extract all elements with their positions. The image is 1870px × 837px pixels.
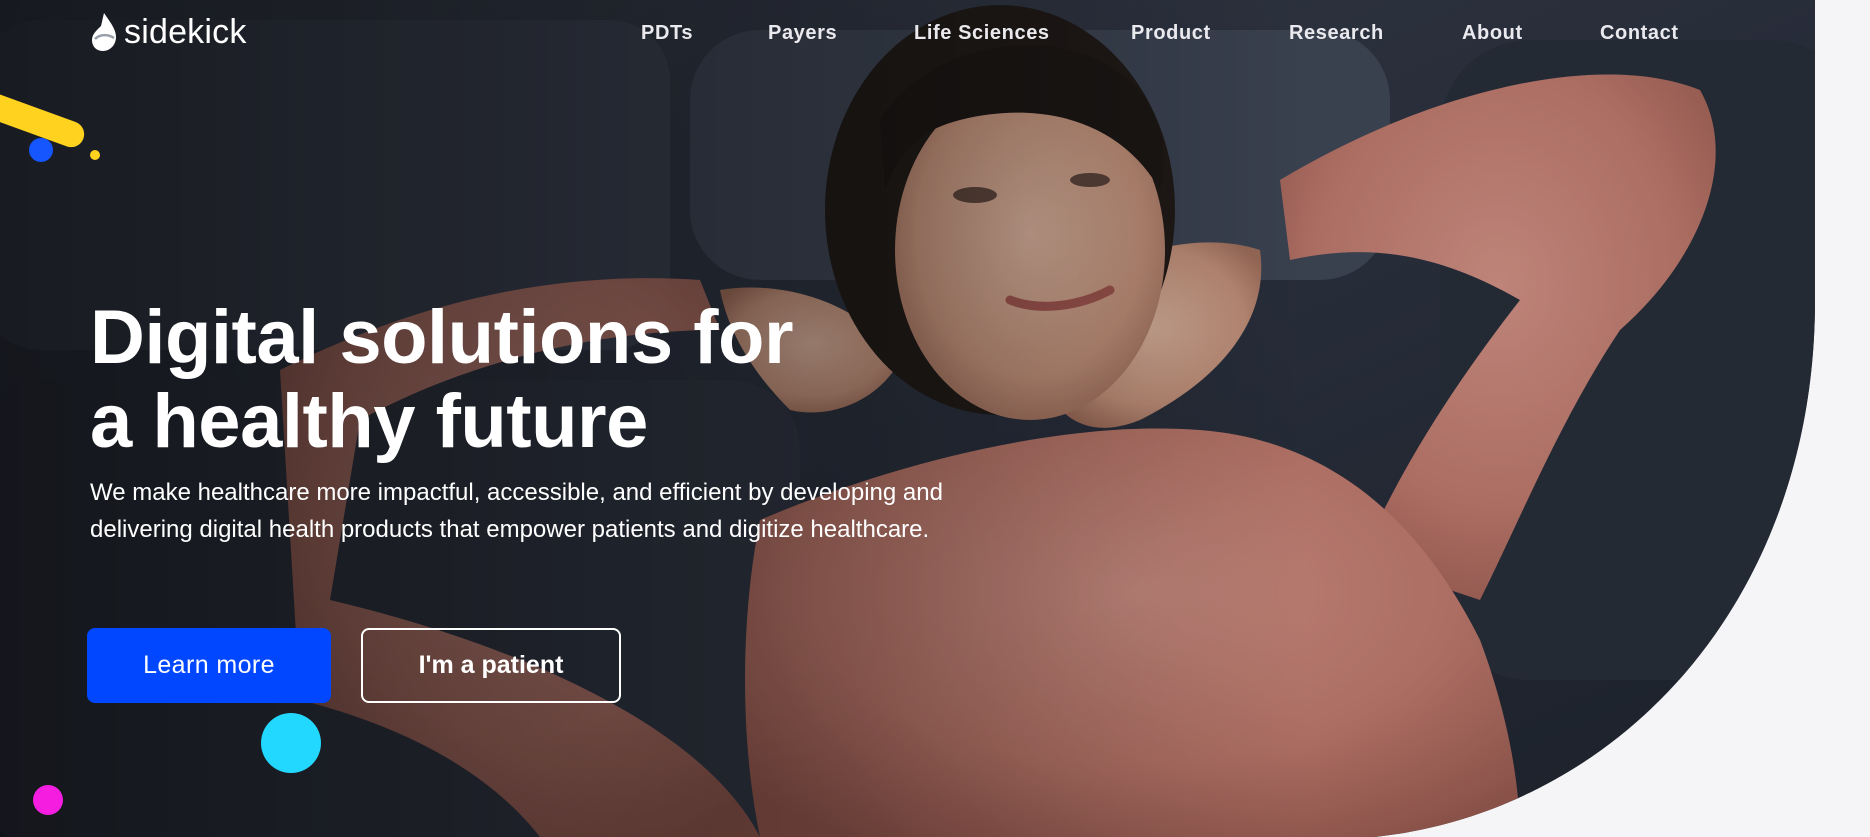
learn-more-button[interactable]: Learn more — [87, 628, 331, 703]
im-a-patient-button[interactable]: I'm a patient — [361, 628, 621, 703]
cyan-dot-decoration — [261, 713, 321, 773]
hero-description: We make healthcare more impactful, acces… — [90, 479, 943, 543]
nav-item-payers[interactable]: Payers — [768, 18, 837, 48]
nav-item-about[interactable]: About — [1462, 18, 1523, 48]
main-navigation: PDTs Payers Life Sciences Product Resear… — [0, 18, 1870, 48]
blue-dot-decoration — [29, 138, 53, 162]
nav-item-contact[interactable]: Contact — [1600, 18, 1679, 48]
hero-headline-line-2: a healthy future — [90, 379, 648, 464]
nav-item-pdts[interactable]: PDTs — [641, 18, 693, 48]
hero-headline-line-1: Digital solutions for — [90, 295, 794, 380]
hero-headline: Digital solutions for a healthy future — [90, 295, 794, 464]
yellow-dot-decoration — [90, 150, 100, 160]
hero-section: sidekick PDTs Payers Life Sciences Produ… — [0, 0, 1870, 837]
nav-item-life-sciences[interactable]: Life Sciences — [914, 18, 1050, 48]
magenta-dot-decoration — [33, 785, 63, 815]
nav-item-product[interactable]: Product — [1131, 18, 1211, 48]
nav-item-research[interactable]: Research — [1289, 18, 1384, 48]
